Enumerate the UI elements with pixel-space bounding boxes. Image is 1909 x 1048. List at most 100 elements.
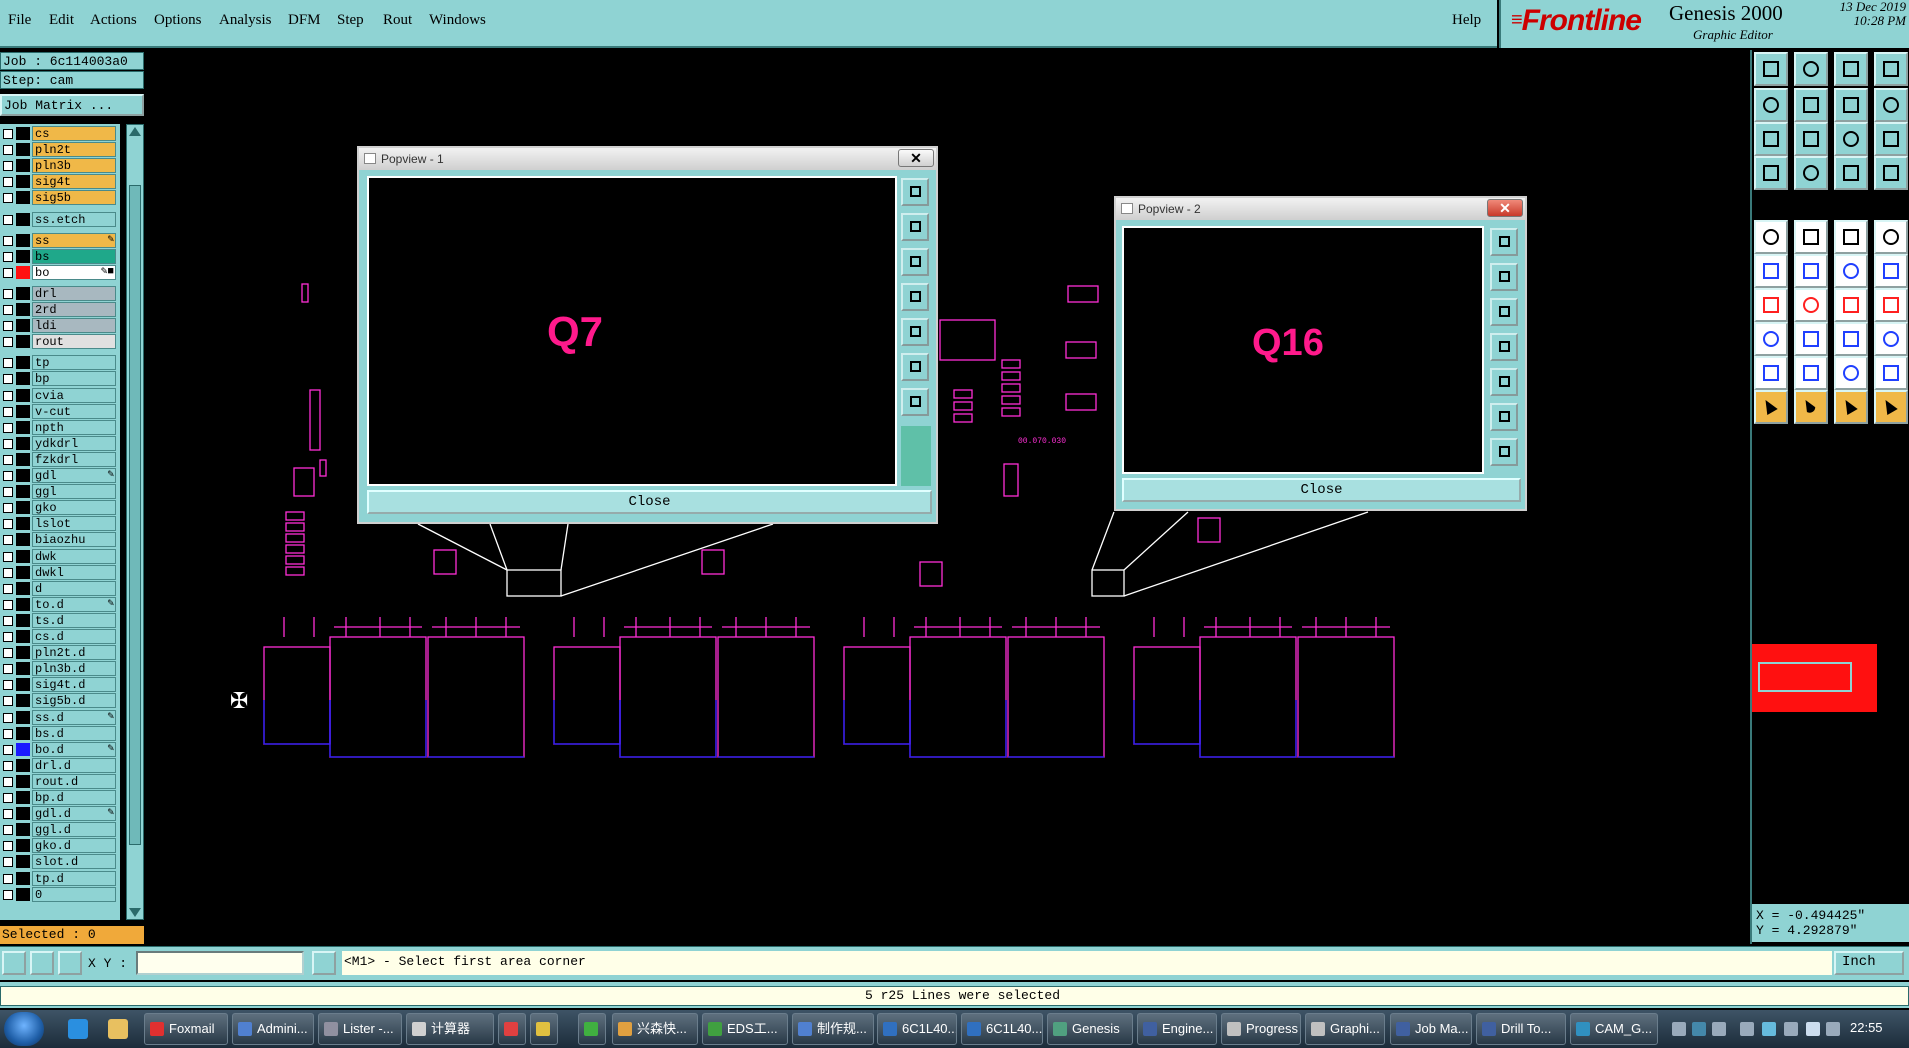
pan-down-icon[interactable]: [1490, 298, 1518, 326]
taskbar-item[interactable]: CAM_G...: [1570, 1013, 1658, 1045]
split-icon[interactable]: [1874, 288, 1908, 322]
layer-color-swatch[interactable]: [16, 319, 30, 333]
layer-name[interactable]: bo.d: [32, 741, 116, 757]
layer-name[interactable]: ss: [32, 232, 116, 248]
layer-name[interactable]: sig4t: [32, 174, 116, 190]
layer-row[interactable]: dwkl: [0, 564, 118, 580]
pan-left-icon[interactable]: [1490, 333, 1518, 361]
layer-row[interactable]: bp: [0, 371, 118, 387]
layer-name[interactable]: fzkdrl: [32, 451, 116, 467]
measure-icon[interactable]: [1754, 322, 1788, 356]
popview-1-close-button[interactable]: Close: [367, 490, 932, 514]
layer-name[interactable]: ggl: [32, 484, 116, 500]
layer-row[interactable]: ldi: [0, 318, 118, 334]
layer-checkbox[interactable]: [3, 889, 13, 900]
layer-name[interactable]: gdl: [32, 468, 116, 483]
layer-name[interactable]: pln2t: [32, 142, 116, 158]
layer-row[interactable]: drl: [0, 285, 118, 301]
layer-checkbox[interactable]: [3, 129, 13, 139]
pan-left-icon[interactable]: [1754, 88, 1788, 122]
layer-row[interactable]: 0: [0, 886, 118, 902]
layer-name[interactable]: slot.d: [32, 854, 116, 870]
connect-icon[interactable]: [1834, 254, 1868, 288]
layer-color-swatch[interactable]: [16, 159, 30, 173]
layer-row[interactable]: biaozhu: [0, 532, 118, 548]
zoom-out-icon[interactable]: [901, 353, 929, 381]
layer-checkbox[interactable]: [3, 615, 13, 626]
taskbar-item[interactable]: [578, 1013, 606, 1045]
layer-color-swatch[interactable]: [16, 388, 30, 402]
layer-row[interactable]: ss ✎: [0, 232, 118, 248]
layer-name[interactable]: bs: [32, 248, 116, 264]
taskbar-item[interactable]: Progress: [1221, 1013, 1301, 1045]
tray-icon[interactable]: [1762, 1022, 1776, 1036]
layer-row[interactable]: cvia: [0, 387, 118, 403]
navigation-overview[interactable]: [1752, 644, 1877, 712]
popview-2-titlebar[interactable]: Popview - 2: [1116, 198, 1525, 220]
layer-row[interactable]: fzkdrl: [0, 451, 118, 467]
node-icon[interactable]: [1754, 254, 1788, 288]
layer-row[interactable]: pln3b.d: [0, 661, 118, 677]
cross-icon[interactable]: [1794, 254, 1828, 288]
layer-color-swatch[interactable]: [16, 774, 30, 788]
layer-color-swatch[interactable]: [16, 791, 30, 804]
layer-row[interactable]: bs.d: [0, 725, 118, 741]
menu-dfm[interactable]: DFM: [288, 12, 321, 29]
explorer-icon[interactable]: [108, 1019, 128, 1039]
layer-checkbox[interactable]: [3, 193, 13, 204]
arc-icon[interactable]: [1794, 356, 1828, 390]
layer-color-swatch[interactable]: [16, 533, 30, 547]
layer-name[interactable]: cs.d: [32, 629, 116, 644]
layer-checkbox[interactable]: [3, 664, 13, 675]
layer-name[interactable]: sig4t.d: [32, 677, 116, 693]
layer-checkbox[interactable]: [3, 487, 13, 498]
menu-step[interactable]: Step: [337, 12, 364, 29]
tray-icon[interactable]: [1672, 1022, 1686, 1036]
layer-color-swatch[interactable]: [16, 212, 30, 226]
layer-color-swatch[interactable]: [16, 175, 30, 189]
layer-name[interactable]: ss.d: [32, 709, 116, 725]
layer-checkbox[interactable]: [3, 873, 13, 884]
layer-red-icon[interactable]: [1834, 156, 1868, 190]
layer-row[interactable]: ggl: [0, 484, 118, 500]
scroll-down-icon[interactable]: [129, 908, 141, 917]
layer-row[interactable]: pln2t: [0, 142, 118, 158]
layer-row[interactable]: cs.d: [0, 629, 118, 644]
taskbar-item[interactable]: Genesis: [1047, 1013, 1133, 1045]
rotate-icon[interactable]: [1834, 288, 1868, 322]
layer-checkbox[interactable]: [3, 728, 13, 739]
layer-color-swatch[interactable]: [16, 678, 30, 692]
overview-view-rect[interactable]: [1758, 662, 1852, 692]
layer-row[interactable]: v-cut: [0, 403, 118, 419]
tray-icon[interactable]: [1826, 1022, 1840, 1036]
layer-checkbox[interactable]: [3, 535, 13, 546]
layer-color-swatch[interactable]: [16, 485, 30, 499]
layer-checkbox[interactable]: [3, 390, 13, 401]
layer-checkbox[interactable]: [3, 321, 13, 332]
layer-checkbox[interactable]: [3, 809, 13, 820]
taskbar-item[interactable]: Admini...: [232, 1013, 314, 1045]
layer-row[interactable]: bo ✎■: [0, 264, 118, 280]
layer-checkbox[interactable]: [3, 599, 13, 610]
layer-checkbox[interactable]: [3, 680, 13, 691]
pan-right-icon[interactable]: [1794, 88, 1828, 122]
layer-name[interactable]: gko.d: [32, 838, 116, 854]
layer-name[interactable]: cs: [32, 126, 116, 141]
layer-color-swatch[interactable]: [16, 303, 30, 316]
layer-name[interactable]: gko: [32, 500, 116, 516]
layer-color-swatch[interactable]: [16, 420, 30, 434]
layer-color-swatch[interactable]: [16, 694, 30, 708]
layer-row[interactable]: sig5b.d: [0, 693, 118, 709]
layer-color-swatch[interactable]: [16, 127, 30, 140]
layer-row[interactable]: sig5b: [0, 190, 118, 206]
layer-name[interactable]: lslot: [32, 516, 116, 532]
layer-name[interactable]: bp: [32, 371, 116, 387]
layer-color-swatch[interactable]: [16, 630, 30, 643]
layer-row[interactable]: gdl.d ✎: [0, 806, 118, 822]
layer-blue-icon[interactable]: [1874, 156, 1908, 190]
layer-color-swatch[interactable]: [16, 372, 30, 386]
taskbar-item[interactable]: Job Ma...: [1390, 1013, 1472, 1045]
flip-icon[interactable]: [1874, 356, 1908, 390]
layer-color-swatch[interactable]: [16, 726, 30, 740]
menu-edit[interactable]: Edit: [49, 12, 74, 29]
